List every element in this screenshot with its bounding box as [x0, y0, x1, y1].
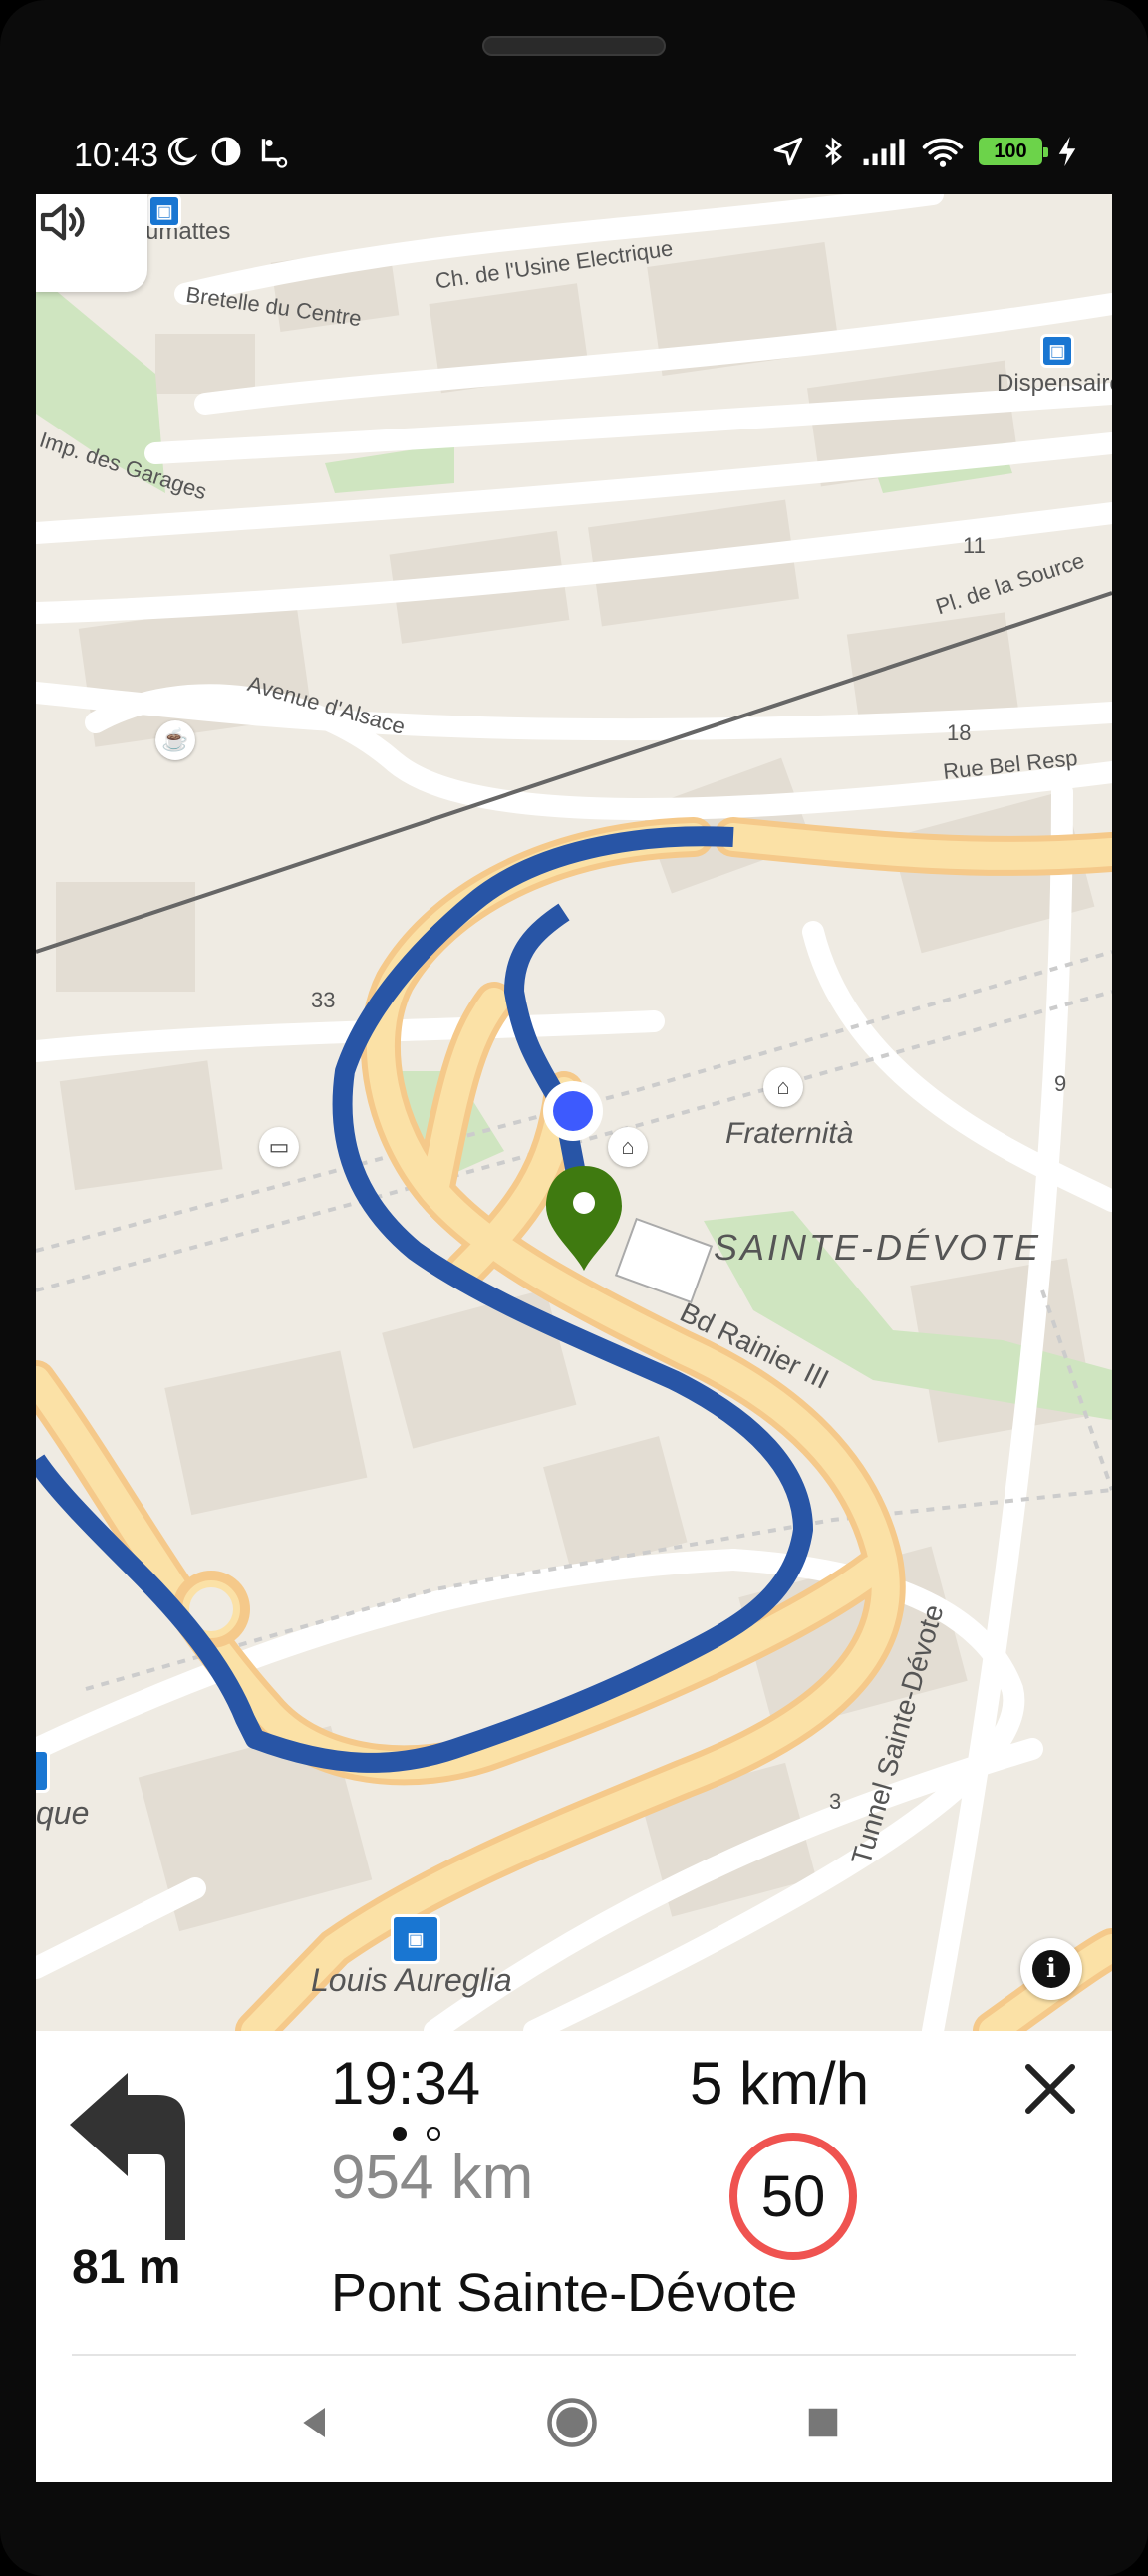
turn-left-arrow-icon: [70, 2073, 185, 2240]
map-info-button[interactable]: i: [1020, 1938, 1082, 2000]
page-dot: [427, 2127, 440, 2141]
chapel-poi-icon[interactable]: ⌂: [763, 1067, 803, 1107]
speaker-icon: [40, 203, 85, 241]
status-bar: 10:43 100: [36, 125, 1112, 194]
map-label-n3: 3: [829, 1789, 842, 1814]
map-label-fraternita: Fraternità: [725, 1117, 854, 1150]
earpiece-speaker: [482, 36, 666, 56]
sound-toggle-button[interactable]: [36, 194, 147, 292]
divider: [72, 2354, 1076, 2356]
map-label-aureglia: Louis Aureglia: [311, 1962, 512, 1998]
bluetooth-icon: [825, 137, 843, 166]
status-right-icons: 100: [771, 135, 1078, 168]
phone-frame: 10:43 100 umattes Ch. de l'Usine Electri…: [0, 0, 1148, 2576]
charging-icon: [1058, 136, 1076, 167]
destination-pin: [546, 1166, 622, 1271]
map-label-dispensaire: Dispensaire: [997, 370, 1112, 397]
current-speed: 5 km/h: [690, 2050, 870, 2117]
map-label-n11: 11: [963, 533, 986, 558]
map-label-n18: 18: [947, 720, 972, 745]
page-dot-active: [393, 2127, 407, 2141]
map-canvas: [36, 194, 1112, 2031]
turn-distance: 81 m: [72, 2241, 181, 2294]
remaining-distance[interactable]: 954 km: [331, 2143, 533, 2213]
signal-icon: [863, 139, 905, 166]
close-navigation-button[interactable]: [1018, 2057, 1082, 2121]
bus-stop-icon[interactable]: ▣: [147, 194, 181, 228]
museum-poi-icon[interactable]: ⌂: [608, 1127, 648, 1167]
back-button[interactable]: [285, 2393, 345, 2452]
home-button[interactable]: [542, 2393, 602, 2452]
back-icon: [303, 2408, 325, 2437]
info-icon: i: [1032, 1950, 1070, 1988]
battery-icon: 100: [979, 138, 1048, 165]
speed-limit-sign: 50: [729, 2133, 857, 2260]
home-icon: [547, 2398, 597, 2447]
eta-time[interactable]: 19:34: [331, 2049, 480, 2118]
library-poi-icon[interactable]: ▭: [259, 1127, 299, 1167]
bus-stop-icon[interactable]: ▣: [391, 1914, 440, 1964]
system-navigation-bar: [36, 2357, 1112, 2482]
location-pin-icon: [261, 139, 288, 168]
navigation-panel: 81 m 19:34 954 km 5 km/h 50 Pont Sainte-…: [36, 2031, 1112, 2353]
next-street-name: Pont Sainte-Dévote: [331, 2263, 798, 2323]
map-label-n9: 9: [1054, 1071, 1067, 1096]
bus-stop-icon[interactable]: ▣: [1040, 334, 1074, 368]
map-label-n33: 33: [311, 988, 336, 1012]
map-label-devote: SAINTE-DÉVOTE: [714, 1227, 1042, 1268]
status-left-icons: [163, 135, 289, 168]
bus-stop-icon[interactable]: [36, 1749, 50, 1793]
recents-button[interactable]: [793, 2393, 853, 2452]
map-label-que: que: [36, 1795, 90, 1831]
data-saver-icon: [211, 137, 241, 166]
map-view[interactable]: umattes Ch. de l'Usine Electrique Bretel…: [36, 194, 1112, 2031]
navigation-arrow-icon: [773, 137, 803, 166]
wifi-icon: [922, 138, 964, 167]
status-time: 10:43: [74, 137, 159, 174]
cafe-poi-icon[interactable]: ☕: [155, 720, 195, 760]
recents-icon: [808, 2408, 838, 2437]
info-page-dots: [393, 2127, 440, 2141]
screen: umattes Ch. de l'Usine Electrique Bretel…: [36, 194, 1112, 2482]
moon-icon: [167, 137, 197, 166]
